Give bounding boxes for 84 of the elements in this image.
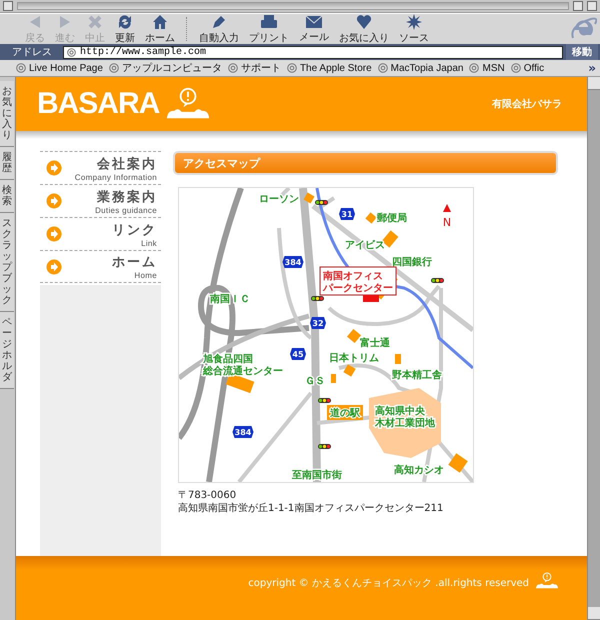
company-name: 有限会社バサラ: [492, 98, 562, 111]
route-shield: 31: [338, 208, 355, 220]
nav-link[interactable]: ホーム Home: [40, 250, 161, 283]
more-favorites-button[interactable]: »: [588, 61, 596, 75]
traffic-light-icon: [310, 296, 324, 301]
building-block: [304, 192, 314, 204]
map-label: 高知カシオ: [394, 465, 444, 476]
favorite-link[interactable]: Live Home Page: [16, 62, 103, 74]
toolbar-button[interactable]: ソース: [394, 14, 434, 44]
side-tab[interactable]: 履歴: [0, 147, 14, 180]
stop-icon: [87, 14, 103, 30]
map-label: アイビス: [344, 240, 385, 251]
page-icon: [108, 63, 119, 73]
building-block: [365, 212, 377, 224]
side-tab[interactable]: ページホルダ: [0, 312, 14, 389]
route-shield: 32: [310, 317, 326, 329]
site-logo: BASARA: [36, 87, 160, 121]
frog-logo-icon: [535, 572, 560, 590]
map-label: 至南国市街: [292, 470, 342, 481]
arrow-bullet-icon: [46, 226, 62, 242]
arrow-bullet-icon: [46, 193, 62, 209]
map-label: 日本トリム: [328, 353, 379, 364]
toolbar-button[interactable]: メール: [294, 14, 334, 44]
close-box-icon[interactable]: [3, 1, 13, 11]
building-block: [343, 364, 356, 377]
refresh-icon: [117, 14, 133, 30]
address-field[interactable]: http://www.sample.com: [63, 46, 563, 58]
toolbar-button[interactable]: 更新: [110, 14, 140, 44]
address-label: アドレス: [11, 46, 53, 59]
building-block: [330, 374, 336, 383]
starburst-icon: [406, 14, 422, 30]
favorite-link[interactable]: MacTopia Japan: [378, 62, 464, 74]
route-shield: 45: [290, 348, 306, 360]
copyright-text: copyright © かえるくんチョイスパック .all.rights reserved: [248, 577, 530, 590]
heart-icon: [356, 14, 372, 30]
office-label: 南国オフィス パークセンター: [319, 266, 396, 296]
page-icon: [469, 63, 480, 73]
map-label: 富士通: [360, 338, 390, 349]
page-icon: [510, 63, 521, 73]
building-block: [448, 453, 468, 473]
toolbar-button[interactable]: 自動入力: [194, 14, 244, 44]
map-label: 道の駅: [326, 405, 363, 420]
go-button[interactable]: 移動: [566, 44, 598, 60]
map-label: 四国銀行: [392, 257, 432, 268]
section-title: アクセスマップ: [172, 151, 558, 175]
nav-link[interactable]: 会社案内 Company Information: [40, 151, 161, 184]
map-label: ＧＳ: [304, 376, 325, 387]
arrow-bullet-icon: [46, 160, 62, 176]
nav-link[interactable]: 業務案内 Duties guidance: [40, 184, 161, 217]
traffic-light-icon: [318, 398, 331, 403]
favorite-link[interactable]: MSN: [469, 62, 505, 74]
north-label: N: [442, 216, 452, 229]
arrow-bullet-icon: [46, 258, 62, 274]
map-label: 高知県中央 木材工業団地: [374, 406, 435, 429]
page-icon: [228, 63, 238, 73]
favorite-link[interactable]: アップルコンピュータ: [108, 61, 222, 75]
map-label: ローソン: [258, 194, 299, 205]
address-text: 〒783-0060: [178, 489, 238, 502]
map-label: 野本精工舎: [392, 370, 442, 381]
printer-icon: [260, 14, 278, 30]
traffic-light-icon: [314, 200, 328, 205]
traffic-light-icon: [430, 278, 444, 283]
side-tab[interactable]: スクラップブック: [0, 213, 14, 312]
favorite-link[interactable]: Offic: [510, 62, 544, 74]
north-arrow-icon: [442, 204, 451, 212]
collapse-box-icon[interactable]: [587, 1, 597, 11]
toolbar-button[interactable]: プリント: [244, 14, 294, 44]
page-icon: [16, 63, 26, 73]
favorite-link[interactable]: The Apple Store: [286, 62, 372, 74]
favorite-link[interactable]: サポート: [228, 61, 281, 75]
page-icon: [286, 63, 297, 73]
toolbar-button[interactable]: お気に入り: [334, 14, 394, 44]
side-tab[interactable]: お気に入り: [0, 81, 14, 147]
side-tab[interactable]: 検索: [0, 180, 14, 213]
address-text: 高知県南国市蛍が丘1-1-1南国オフィスパークセンター211: [178, 502, 444, 515]
traffic-light-icon: [318, 444, 331, 449]
page-icon: [378, 63, 388, 73]
frog-logo-icon: [165, 87, 212, 121]
page-icon: [67, 48, 76, 56]
map-label: 郵便局: [376, 213, 407, 224]
zoom-box-icon[interactable]: [573, 1, 583, 11]
toolbar-button[interactable]: ホーム: [140, 14, 180, 44]
map-label: 南国ＩＣ: [210, 294, 250, 305]
scrollbar[interactable]: [587, 77, 600, 620]
